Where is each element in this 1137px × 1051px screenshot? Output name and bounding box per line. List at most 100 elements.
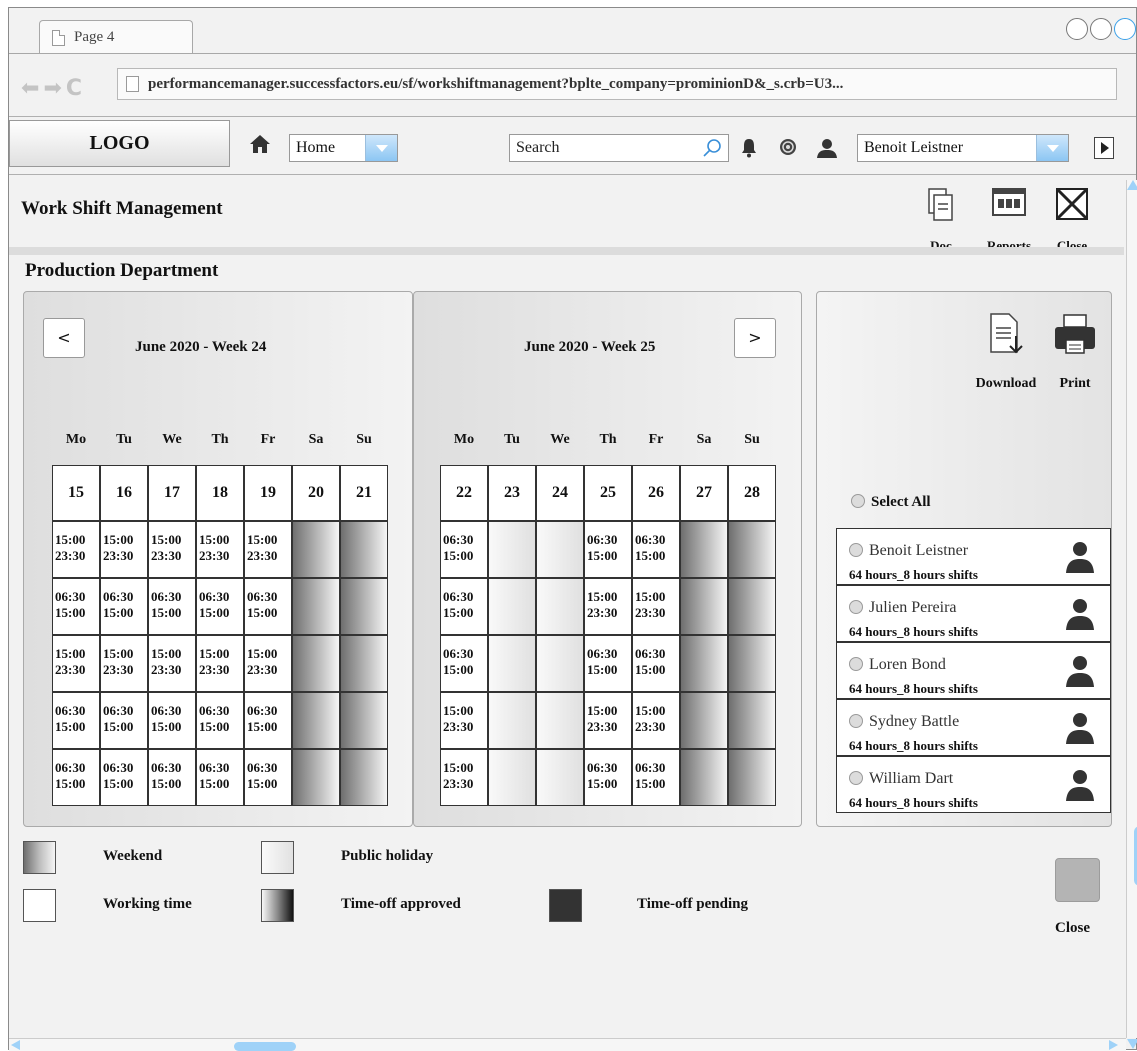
shift-cell[interactable]: 06:30 15:00 xyxy=(584,635,632,692)
shift-cell[interactable]: 15:00 23:30 xyxy=(148,635,196,692)
shift-cell[interactable]: 15:00 23:30 xyxy=(196,521,244,578)
logo[interactable]: LOGO xyxy=(9,120,230,167)
vertical-scrollbar[interactable] xyxy=(1126,180,1137,1038)
shift-cell[interactable]: 06:30 15:00 xyxy=(100,692,148,749)
date-cell[interactable]: 16 xyxy=(100,465,148,521)
weekend-cell[interactable] xyxy=(340,692,388,749)
radio-button[interactable] xyxy=(849,771,863,785)
date-cell[interactable]: 23 xyxy=(488,465,536,521)
holiday-cell[interactable] xyxy=(488,521,536,578)
employee-row[interactable]: Benoit Leistner 64 hours_8 hours shifts xyxy=(836,528,1111,585)
home-icon[interactable] xyxy=(249,134,271,159)
chevron-down-icon[interactable] xyxy=(365,135,397,161)
weekend-cell[interactable] xyxy=(292,692,340,749)
window-close-icon[interactable] xyxy=(1114,18,1136,40)
shift-cell[interactable]: 15:00 23:30 xyxy=(52,521,100,578)
print-button[interactable]: Print xyxy=(1051,314,1099,391)
user-icon[interactable] xyxy=(817,138,837,163)
radio-button[interactable] xyxy=(849,657,863,671)
holiday-cell[interactable] xyxy=(536,749,584,806)
doc-button[interactable]: Doc xyxy=(921,188,961,253)
holiday-cell[interactable] xyxy=(488,692,536,749)
reload-icon[interactable]: C xyxy=(66,76,82,101)
shift-cell[interactable]: 06:30 15:00 xyxy=(196,692,244,749)
shift-cell[interactable]: 15:00 23:30 xyxy=(100,635,148,692)
weekend-cell[interactable] xyxy=(680,578,728,635)
window-minimize-icon[interactable] xyxy=(1066,18,1088,40)
date-cell[interactable]: 17 xyxy=(148,465,196,521)
shift-cell[interactable]: 06:30 15:00 xyxy=(148,749,196,806)
user-select[interactable]: Benoit Leistner xyxy=(857,134,1069,162)
shift-cell[interactable]: 15:00 23:30 xyxy=(244,521,292,578)
window-maximize-icon[interactable] xyxy=(1090,18,1112,40)
play-icon[interactable] xyxy=(1094,137,1114,159)
scroll-down-icon[interactable] xyxy=(1127,1039,1137,1049)
scroll-left-icon[interactable] xyxy=(11,1040,20,1050)
shift-cell[interactable]: 15:00 23:30 xyxy=(440,692,488,749)
weekend-cell[interactable] xyxy=(728,749,776,806)
forward-arrow-icon[interactable]: ➡ xyxy=(43,76,61,101)
holiday-cell[interactable] xyxy=(536,692,584,749)
employee-row[interactable]: Julien Pereira 64 hours_8 hours shifts xyxy=(836,585,1111,642)
weekend-cell[interactable] xyxy=(292,749,340,806)
radio-button[interactable] xyxy=(849,714,863,728)
holiday-cell[interactable] xyxy=(536,635,584,692)
date-cell[interactable]: 19 xyxy=(244,465,292,521)
shift-cell[interactable]: 06:30 15:00 xyxy=(100,749,148,806)
shift-cell[interactable]: 15:00 23:30 xyxy=(100,521,148,578)
weekend-cell[interactable] xyxy=(292,635,340,692)
shift-cell[interactable]: 06:30 15:00 xyxy=(244,749,292,806)
weekend-cell[interactable] xyxy=(340,749,388,806)
radio-button[interactable] xyxy=(851,494,865,508)
nav-select[interactable]: Home xyxy=(289,134,398,162)
shift-cell[interactable]: 06:30 15:00 xyxy=(632,749,680,806)
date-cell[interactable]: 28 xyxy=(728,465,776,521)
weekend-cell[interactable] xyxy=(340,521,388,578)
shift-cell[interactable]: 06:30 15:00 xyxy=(440,635,488,692)
employee-row[interactable]: Sydney Battle 64 hours_8 hours shifts xyxy=(836,699,1111,756)
employee-row[interactable]: Loren Bond 64 hours_8 hours shifts xyxy=(836,642,1111,699)
back-arrow-icon[interactable]: ⬅ xyxy=(21,76,39,101)
select-all-option[interactable]: Select All xyxy=(851,494,931,511)
shift-cell[interactable]: 15:00 23:30 xyxy=(52,635,100,692)
date-cell[interactable]: 24 xyxy=(536,465,584,521)
download-button[interactable]: Download xyxy=(967,312,1045,391)
weekend-cell[interactable] xyxy=(680,635,728,692)
holiday-cell[interactable] xyxy=(488,578,536,635)
shift-cell[interactable]: 06:30 15:00 xyxy=(196,749,244,806)
search-input[interactable]: Search xyxy=(509,134,729,162)
holiday-cell[interactable] xyxy=(488,749,536,806)
weekend-cell[interactable] xyxy=(728,692,776,749)
shift-cell[interactable]: 15:00 23:30 xyxy=(632,578,680,635)
shift-cell[interactable]: 15:00 23:30 xyxy=(148,521,196,578)
reports-button[interactable]: Reports xyxy=(981,188,1037,253)
prev-week-button[interactable]: < xyxy=(43,318,85,358)
weekend-cell[interactable] xyxy=(728,578,776,635)
chevron-down-icon[interactable] xyxy=(1036,135,1068,161)
radio-button[interactable] xyxy=(849,600,863,614)
scroll-up-icon[interactable] xyxy=(1127,180,1137,190)
shift-cell[interactable]: 15:00 23:30 xyxy=(584,578,632,635)
shift-cell[interactable]: 06:30 15:00 xyxy=(100,578,148,635)
horizontal-scrollbar[interactable] xyxy=(9,1038,1126,1051)
address-bar[interactable]: performancemanager.successfactors.eu/sf/… xyxy=(117,68,1117,100)
browser-tab[interactable]: Page 4 xyxy=(39,20,193,54)
weekend-cell[interactable] xyxy=(292,578,340,635)
shift-cell[interactable]: 06:30 15:00 xyxy=(148,692,196,749)
date-cell[interactable]: 26 xyxy=(632,465,680,521)
close-button[interactable] xyxy=(1055,858,1100,902)
next-week-button[interactable]: > xyxy=(734,318,776,358)
shift-cell[interactable]: 06:30 15:00 xyxy=(148,578,196,635)
shift-cell[interactable]: 15:00 23:30 xyxy=(632,692,680,749)
weekend-cell[interactable] xyxy=(728,635,776,692)
date-cell[interactable]: 22 xyxy=(440,465,488,521)
shift-cell[interactable]: 06:30 15:00 xyxy=(52,749,100,806)
date-cell[interactable]: 21 xyxy=(340,465,388,521)
weekend-cell[interactable] xyxy=(292,521,340,578)
weekend-cell[interactable] xyxy=(340,578,388,635)
date-cell[interactable]: 15 xyxy=(52,465,100,521)
date-cell[interactable]: 27 xyxy=(680,465,728,521)
radio-button[interactable] xyxy=(849,543,863,557)
holiday-cell[interactable] xyxy=(536,521,584,578)
holiday-cell[interactable] xyxy=(488,635,536,692)
